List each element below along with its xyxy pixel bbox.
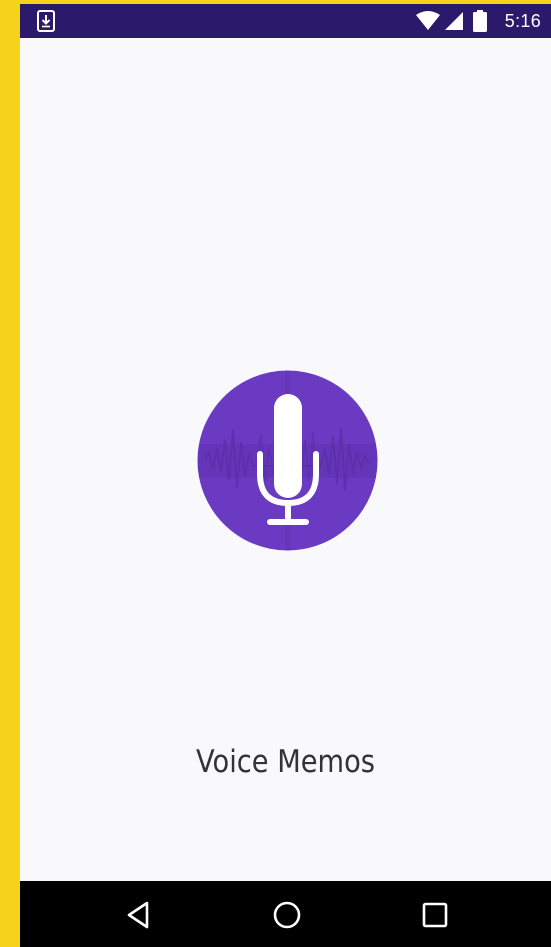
back-icon[interactable] [121, 897, 157, 933]
app-title: Voice Memos [195, 744, 376, 780]
home-icon[interactable] [269, 897, 305, 933]
wifi-icon [416, 11, 440, 30]
recents-icon[interactable] [417, 897, 453, 933]
navigation-bar [20, 881, 551, 947]
status-bar: 5:16 [20, 4, 551, 38]
cell-signal-icon [445, 12, 463, 30]
battery-icon [473, 10, 487, 32]
download-notification-icon [37, 10, 55, 32]
microphone-icon[interactable] [197, 370, 378, 551]
phone-screen: 5:16 Voice Memos [20, 4, 551, 947]
status-clock: 5:16 [504, 11, 541, 31]
